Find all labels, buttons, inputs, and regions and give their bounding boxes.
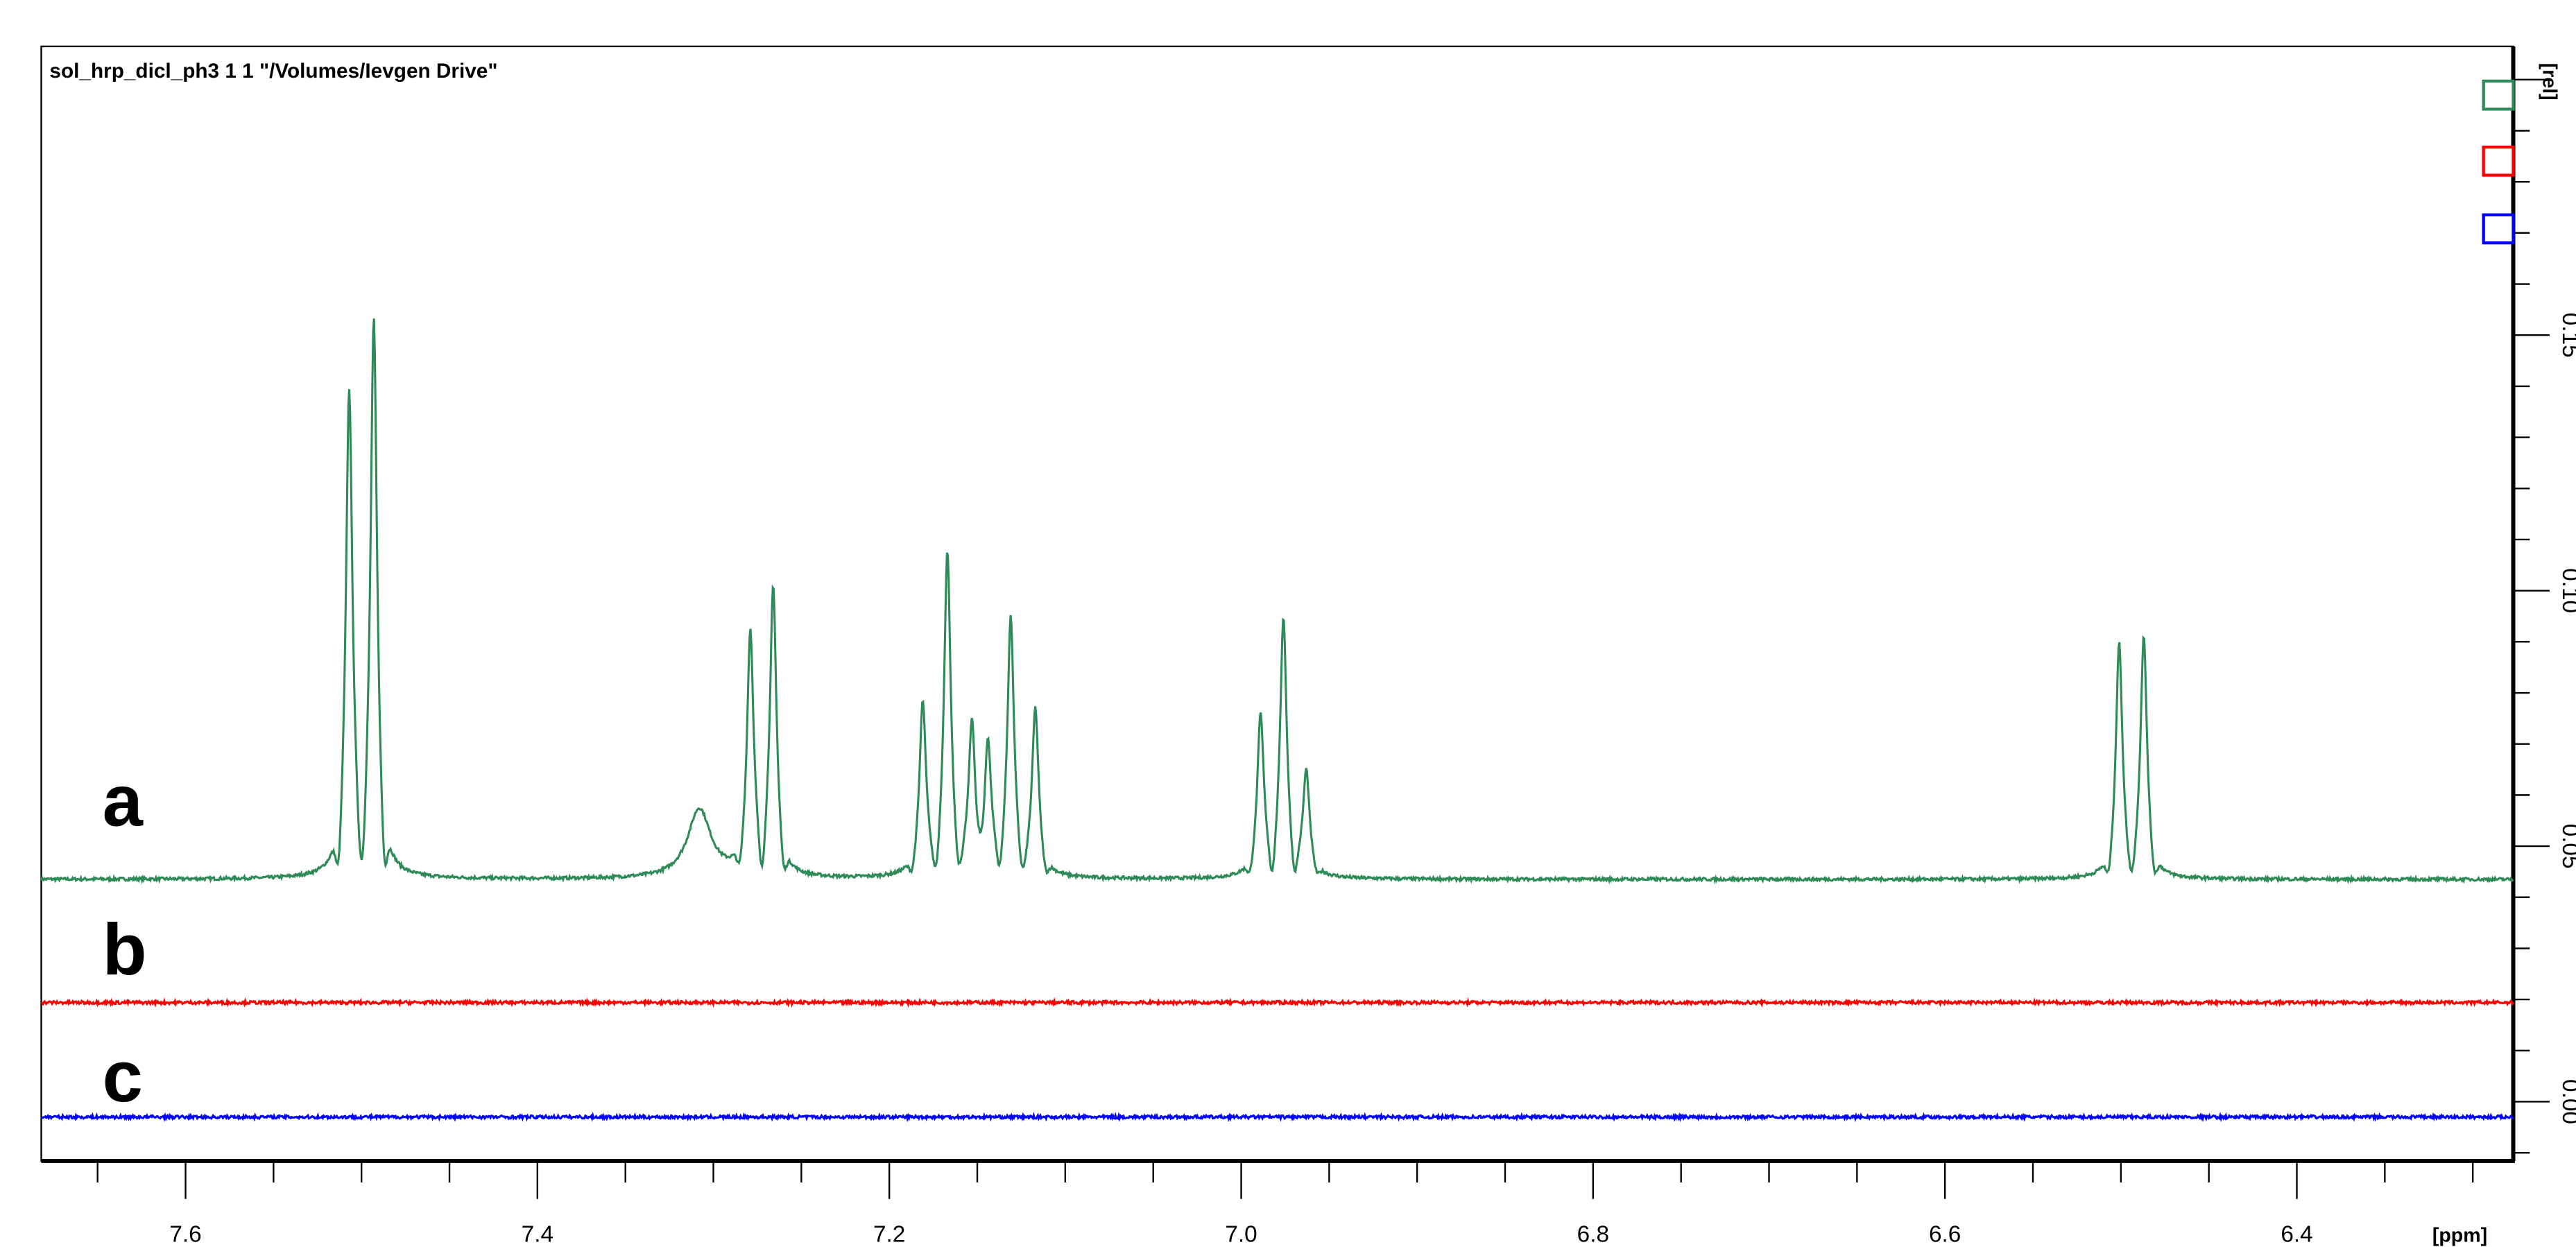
trace-label-a: a xyxy=(103,761,144,842)
x-tick-label: 6.6 xyxy=(1929,1222,1961,1247)
x-tick-label: 7.4 xyxy=(522,1222,553,1247)
spectrum-trace-a xyxy=(40,318,2514,885)
y-tick-label: 0.00 xyxy=(2557,1079,2576,1124)
x-tick-label: 7.0 xyxy=(1225,1222,1257,1247)
y-tick-label: 0.15 xyxy=(2557,313,2576,358)
y-axis-ticks: 0.00 0.05 0.10 0.15 xyxy=(2513,78,2576,1154)
spectrum-trace-c xyxy=(40,1111,2514,1123)
legend xyxy=(2482,79,2515,245)
y-axis-label: [rel] xyxy=(2538,63,2560,101)
chart-title: sol_hrp_dicl_ph3 1 1 "/Volumes/Ievgen Dr… xyxy=(49,60,497,83)
y-tick-label: 0.05 xyxy=(2557,824,2576,869)
spectra xyxy=(40,318,2514,1123)
legend-swatch-c xyxy=(2482,213,2515,245)
nmr-spectrum-chart: sol_hrp_dicl_ph3 1 1 "/Volumes/Ievgen Dr… xyxy=(40,45,2576,1247)
spectrum-trace-b xyxy=(40,997,2514,1008)
legend-swatch-b xyxy=(2482,146,2515,177)
legend-swatch-a xyxy=(2482,79,2515,111)
trace-label-c: c xyxy=(103,1036,143,1117)
x-axis-ticks: 7.6 7.4 7.2 7.0 6.8 6.6 6.4 xyxy=(96,1160,2474,1247)
x-axis-label: [ppm] xyxy=(2432,1225,2487,1247)
trace-labels: abc xyxy=(103,761,147,1118)
plot-frame xyxy=(40,45,2514,1162)
y-tick-label: 0.10 xyxy=(2557,568,2576,613)
x-tick-label: 7.2 xyxy=(873,1222,905,1247)
x-tick-label: 7.6 xyxy=(169,1222,201,1247)
x-tick-label: 6.8 xyxy=(1577,1222,1609,1247)
trace-label-b: b xyxy=(103,909,147,990)
x-tick-label: 6.4 xyxy=(2281,1222,2312,1247)
